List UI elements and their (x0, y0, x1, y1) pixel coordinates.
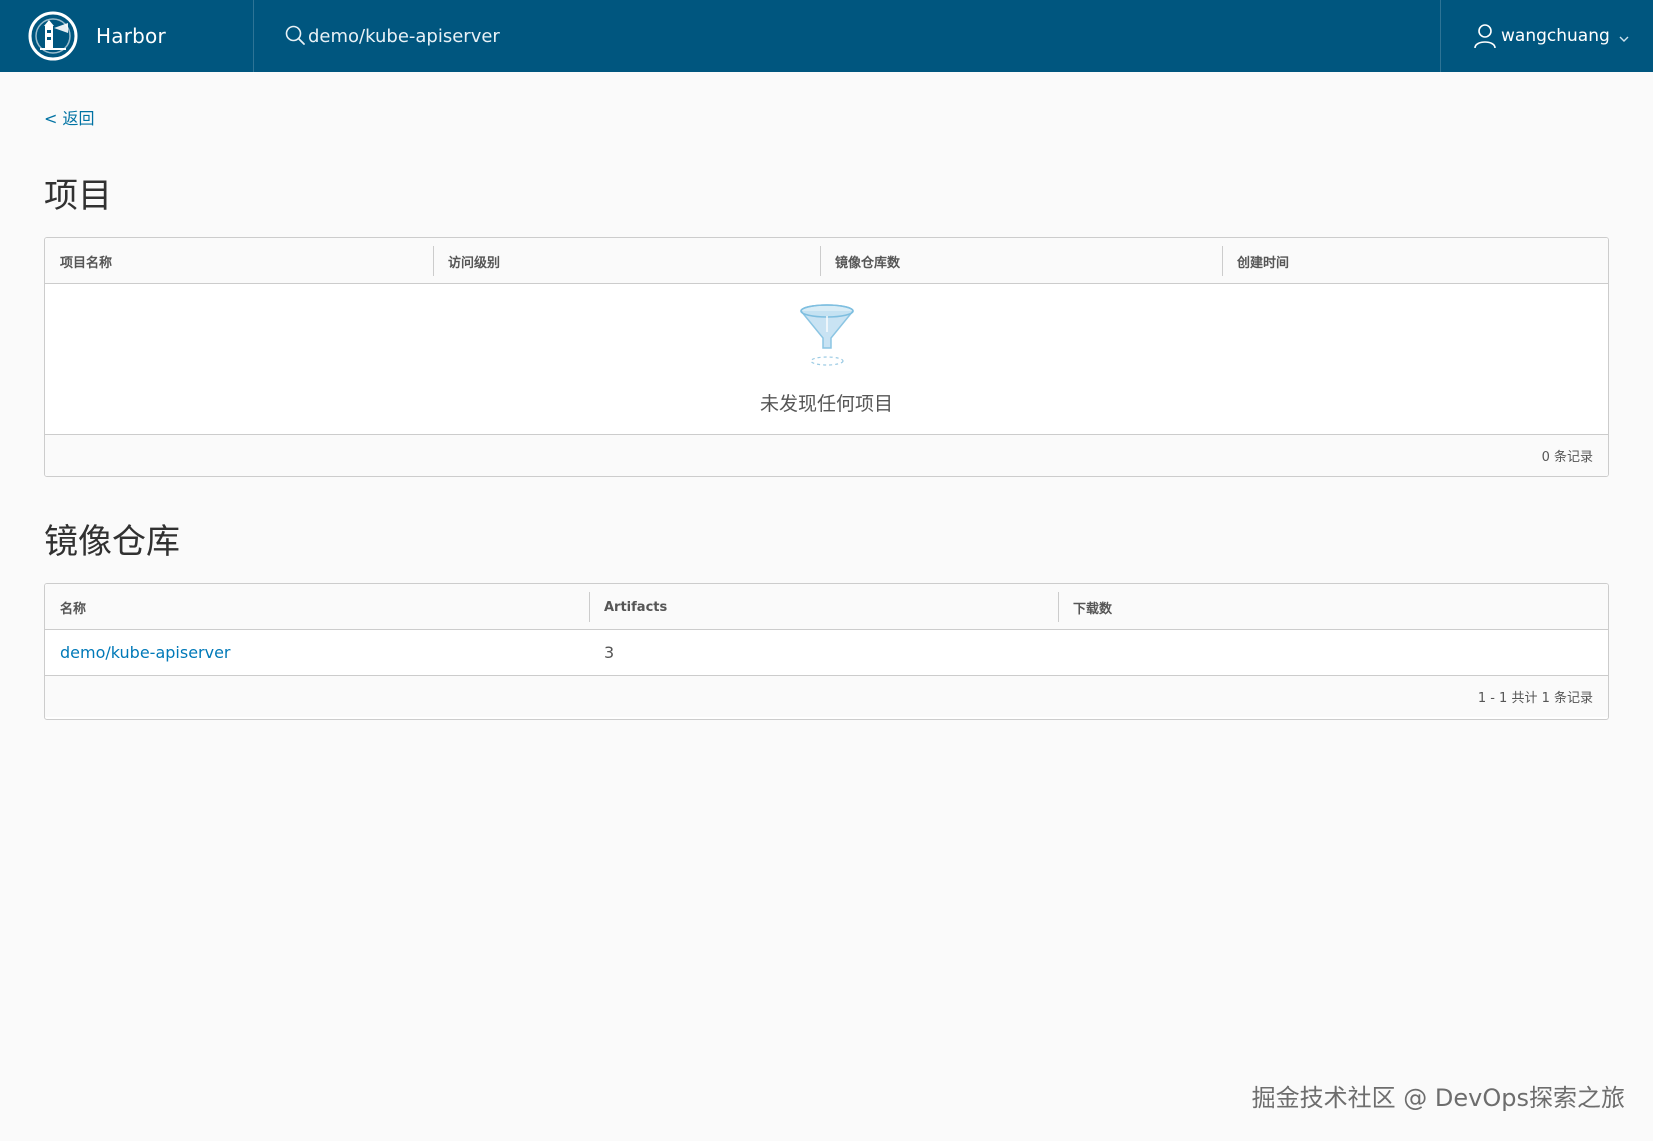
column-header-creation-time[interactable]: 创建时间 (1222, 238, 1608, 284)
user-icon (1473, 23, 1497, 49)
column-header-name[interactable]: 名称 (45, 584, 589, 630)
column-header-downloads[interactable]: 下载数 (1058, 584, 1608, 630)
chevron-down-icon[interactable] (1618, 30, 1630, 42)
repositories-table: 名称 Artifacts 下载数 demo/kube-apiserver 3 1… (44, 583, 1609, 720)
artifacts-count-cell: 3 (604, 643, 615, 662)
search-icon (284, 24, 306, 46)
column-header-repo-count[interactable]: 镜像仓库数 (820, 238, 1222, 284)
downloads-count-cell (1058, 630, 1608, 675)
back-link[interactable]: < 返回 (44, 105, 95, 129)
column-header-access-level[interactable]: 访问级别 (433, 238, 820, 284)
repositories-table-footer: 1 - 1 共计 1 条记录 (45, 676, 1608, 717)
filter-funnel-icon (797, 302, 857, 366)
watermark: 掘金技术社区 @ DevOps探索之旅 (1251, 1084, 1625, 1112)
user-name[interactable]: wangchuang (1501, 26, 1610, 46)
repositories-title: 镜像仓库 (44, 522, 180, 562)
search-input[interactable] (308, 25, 828, 47)
pagination-summary: 1 - 1 共计 1 条记录 (1477, 691, 1593, 706)
column-header-project-name[interactable]: 项目名称 (45, 238, 433, 284)
projects-empty-state: 未发现任何项目 (45, 284, 1608, 435)
brand[interactable]: Harbor (0, 0, 254, 72)
record-count: 0 条记录 (1541, 450, 1593, 465)
column-header-artifacts[interactable]: Artifacts (589, 584, 1058, 630)
harbor-logo-icon[interactable] (28, 11, 78, 61)
projects-title: 项目 (44, 176, 112, 216)
repo-link[interactable]: demo/kube-apiserver (60, 643, 231, 662)
repositories-table-header: 名称 Artifacts 下载数 (45, 584, 1608, 630)
top-nav-bar: Harbor wangchuang (0, 0, 1653, 72)
table-row: demo/kube-apiserver 3 (45, 630, 1608, 676)
projects-table-header: 项目名称 访问级别 镜像仓库数 创建时间 (45, 238, 1608, 284)
repo-name-cell: demo/kube-apiserver (45, 630, 589, 675)
global-search (284, 0, 1440, 72)
projects-table-footer: 0 条记录 (45, 435, 1608, 476)
brand-name[interactable]: Harbor (96, 24, 166, 48)
user-menu[interactable]: wangchuang (1440, 0, 1653, 72)
empty-message: 未发现任何项目 (759, 393, 893, 415)
projects-table: 项目名称 访问级别 镜像仓库数 创建时间 未发现任何项目 0 条记录 (44, 237, 1609, 477)
